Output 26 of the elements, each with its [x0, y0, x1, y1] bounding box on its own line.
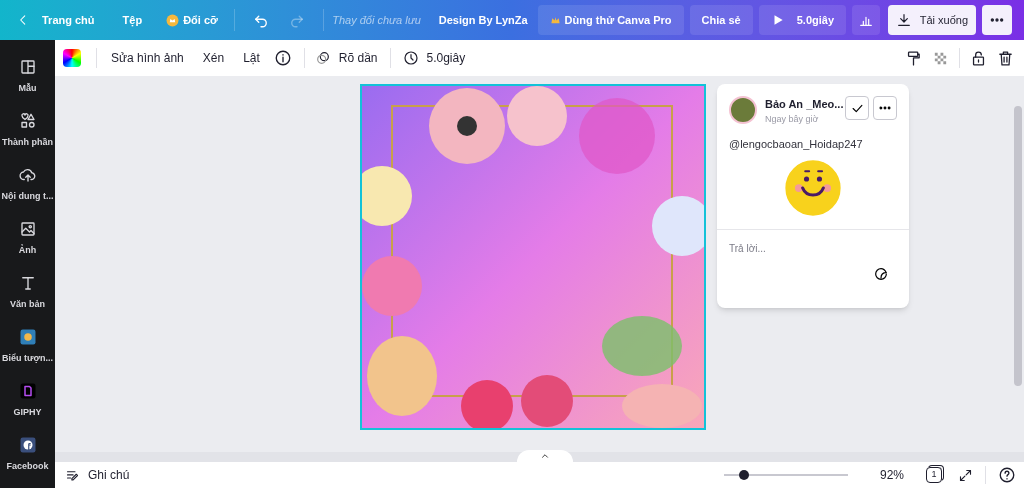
sidebar-item[interactable]: Biểu tượn... — [0, 320, 55, 374]
toolbar-button[interactable]: Lật — [243, 49, 260, 67]
comment-author: Bảo An _Meo... — [765, 97, 844, 112]
sidebar-item[interactable]: Ảnh — [0, 212, 55, 266]
page-count-button[interactable]: 1 — [926, 467, 942, 483]
toolbar-button[interactable]: Sửa hình ảnh — [111, 49, 184, 67]
present-button[interactable]: 5.0giây — [758, 5, 847, 35]
sidebar-item[interactable]: Mẫu — [0, 50, 55, 104]
design-title[interactable]: Design By LynZa — [438, 11, 528, 29]
sidebar-item[interactable]: Facebook — [0, 428, 55, 482]
share-button[interactable]: Chia sẻ — [689, 5, 753, 35]
sidebar-item[interactable]: Thành phần — [0, 104, 55, 158]
save-status: Thay đổi chưa lưu — [332, 12, 421, 28]
zoom-percent[interactable]: 92% — [879, 466, 904, 484]
duration-button[interactable]: 5.0giây — [402, 49, 466, 67]
download-button[interactable]: Tải xuống — [887, 5, 976, 35]
sidebar-item[interactable]: Văn bản — [0, 266, 55, 320]
sidebar-item[interactable]: GIPHY — [0, 374, 55, 428]
comment-text: @lengocbaoan_Hoidap247 — [729, 137, 863, 152]
transition-button[interactable]: Rõ dần — [314, 49, 378, 67]
reply-field[interactable]: Trả lời... — [729, 237, 897, 260]
pro-trial-button[interactable]: Dùng thử Canva Pro — [537, 5, 684, 35]
sidebar-item[interactable]: Nội dung t... — [0, 158, 55, 212]
comment-time: Ngay bây giờ — [765, 112, 820, 126]
toolbar-button[interactable]: Xén — [202, 49, 225, 67]
notes-button[interactable]: Ghi chú — [65, 466, 130, 484]
